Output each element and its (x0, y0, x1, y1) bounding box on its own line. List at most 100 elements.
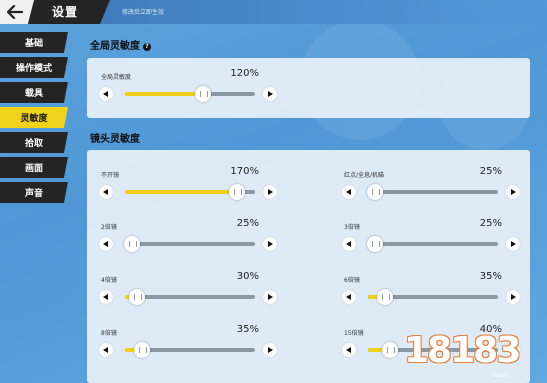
scope-sensitivity-heading: 镜头灵敏度 (90, 130, 140, 145)
setting-label: 6倍镜 (344, 277, 360, 284)
slider-track[interactable] (125, 342, 255, 358)
page-subtitle: 修改后立即生效 (122, 9, 165, 16)
slider-handle[interactable] (195, 86, 211, 102)
setting-label: 全局灵敏度 (101, 74, 132, 81)
triangle-left-icon (103, 347, 108, 353)
slider-track[interactable] (125, 86, 255, 102)
sidebar-item-label: 拾取 (24, 139, 43, 149)
increase-button[interactable] (263, 185, 277, 199)
question-icon[interactable]: ? (143, 43, 151, 51)
decrease-button[interactable] (342, 290, 356, 304)
setting-value: 35% (236, 324, 259, 335)
triangle-right-icon (511, 189, 516, 195)
site-watermark: 18183 (404, 330, 521, 371)
setting-value: 25% (479, 166, 502, 177)
page-title: 设置 (52, 5, 79, 19)
triangle-left-icon (103, 189, 108, 195)
setting-label: 8倍镜 (101, 330, 117, 337)
decrease-button[interactable] (342, 185, 356, 199)
setting-value: 25% (479, 218, 502, 229)
slider-handle[interactable] (228, 184, 245, 200)
scope-sensitivity-slider-row: 2倍镜 25% (99, 218, 279, 262)
triangle-right-icon (511, 241, 516, 247)
settings-sidebar: 基础 操作模式 载具 灵敏度 拾取 画面 声音 (0, 32, 72, 207)
setting-label: 红点/全息/机瞄 (344, 172, 385, 179)
triangle-left-icon (346, 241, 351, 247)
decrease-button[interactable] (342, 237, 356, 251)
increase-button[interactable] (506, 237, 520, 251)
global-sensitivity-slider-row: 全局灵敏度 120% (99, 68, 279, 112)
slider-handle[interactable] (376, 289, 393, 305)
slider-track[interactable] (125, 289, 255, 305)
setting-value: 30% (236, 271, 259, 282)
triangle-right-icon (511, 294, 516, 300)
back-arrow-icon (7, 5, 23, 19)
slider-track[interactable] (366, 236, 498, 252)
slider-handle[interactable] (123, 236, 140, 252)
sidebar-item-label: 灵敏度 (20, 114, 48, 124)
slider-handle[interactable] (366, 184, 383, 200)
scope-sensitivity-slider-row: 6倍镜 35% (342, 271, 522, 315)
triangle-left-icon (103, 241, 108, 247)
sidebar-item-sound[interactable]: 声音 (0, 182, 68, 203)
setting-label: 2倍镜 (101, 224, 117, 231)
site-watermark-domain: .com (492, 372, 507, 379)
decrease-button[interactable] (342, 343, 356, 357)
decrease-button[interactable] (99, 343, 113, 357)
slider-track[interactable] (366, 184, 498, 200)
sidebar-item-label: 操作模式 (15, 64, 52, 74)
sidebar-item-vehicle[interactable]: 载具 (0, 82, 68, 103)
scope-sensitivity-slider-row: 4倍镜 30% (99, 271, 279, 315)
setting-label: 3倍镜 (344, 224, 360, 231)
triangle-right-icon (268, 347, 273, 353)
triangle-left-icon (346, 294, 351, 300)
sidebar-item-graphics[interactable]: 画面 (0, 157, 68, 178)
setting-label: 4倍镜 (101, 277, 117, 284)
scope-sensitivity-slider-row: 红点/全息/机瞄 25% (342, 166, 522, 210)
slider-track[interactable] (123, 236, 255, 252)
triangle-right-icon (268, 294, 273, 300)
setting-label: 不开镜 (101, 172, 120, 179)
setting-label: 15倍镜 (344, 330, 364, 337)
scope-sensitivity-slider-row: 不开镜 170% (99, 166, 279, 210)
sidebar-item-pickup[interactable]: 拾取 (0, 132, 68, 153)
global-sensitivity-heading: 全局灵敏度? (90, 37, 151, 52)
section-title: 镜头灵敏度 (90, 134, 140, 145)
increase-button[interactable] (506, 185, 520, 199)
decrease-button[interactable] (99, 87, 113, 101)
slider-handle[interactable] (366, 236, 383, 252)
sidebar-item-sensitivity[interactable]: 灵敏度 (0, 107, 68, 128)
decrease-button[interactable] (99, 237, 113, 251)
sidebar-item-basic[interactable]: 基础 (0, 32, 68, 53)
setting-value: 25% (236, 218, 259, 229)
triangle-left-icon (103, 294, 108, 300)
sidebar-item-label: 画面 (24, 164, 43, 174)
slider-handle[interactable] (133, 342, 150, 358)
slider-handle[interactable] (382, 342, 399, 358)
slider-track[interactable] (125, 184, 255, 200)
triangle-left-icon (103, 91, 108, 97)
slider-handle[interactable] (128, 289, 145, 305)
setting-value: 120% (230, 68, 259, 79)
triangle-right-icon (268, 241, 273, 247)
scope-sensitivity-slider-row: 3倍镜 25% (342, 218, 522, 262)
decrease-button[interactable] (99, 185, 113, 199)
section-title: 全局灵敏度 (90, 41, 140, 52)
setting-value: 35% (479, 271, 502, 282)
sidebar-item-control-mode[interactable]: 操作模式 (0, 57, 68, 78)
triangle-left-icon (346, 189, 351, 195)
slider-fill (125, 92, 203, 96)
sidebar-item-label: 载具 (24, 89, 43, 99)
increase-button[interactable] (263, 343, 277, 357)
triangle-right-icon (268, 91, 273, 97)
increase-button[interactable] (263, 87, 277, 101)
increase-button[interactable] (506, 290, 520, 304)
setting-value: 170% (230, 166, 259, 177)
sidebar-item-label: 声音 (24, 189, 43, 199)
increase-button[interactable] (263, 290, 277, 304)
sidebar-item-label: 基础 (24, 39, 43, 49)
decrease-button[interactable] (99, 290, 113, 304)
increase-button[interactable] (263, 237, 277, 251)
triangle-left-icon (346, 347, 351, 353)
slider-track[interactable] (368, 289, 498, 305)
